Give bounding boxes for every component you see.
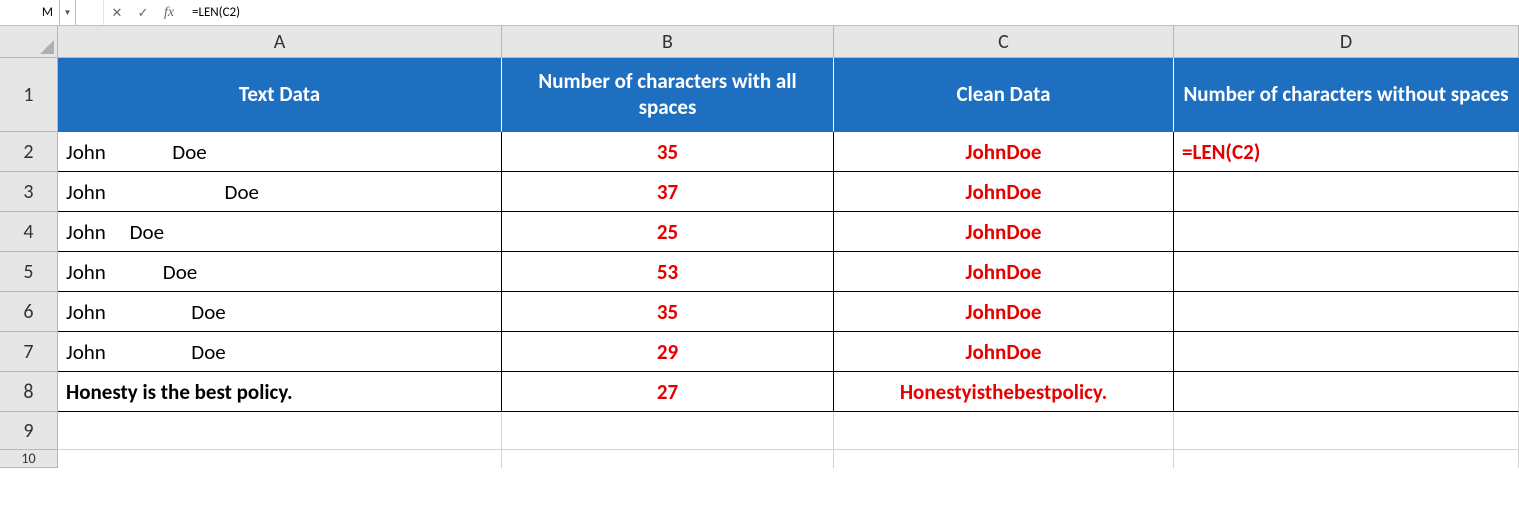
cell-a5[interactable]: John Doe (58, 252, 502, 292)
cell-a3[interactable]: John Doe (58, 172, 502, 212)
cell-c6[interactable]: JohnDoe (834, 292, 1174, 332)
cell-d5[interactable] (1174, 252, 1519, 292)
cell-b7[interactable]: 29 (502, 332, 834, 372)
row-headers: 1 2 3 4 5 6 7 8 9 10 (0, 58, 58, 468)
cell-c8[interactable]: Honestyisthebestpolicy. (834, 372, 1174, 412)
cell-d9[interactable] (1174, 412, 1519, 450)
cell-b10[interactable] (502, 450, 834, 468)
row-header-8[interactable]: 8 (0, 372, 58, 412)
name-box[interactable]: M (0, 0, 60, 25)
cell-a10[interactable] (58, 450, 502, 468)
cell-c1[interactable]: Clean Data (834, 58, 1174, 132)
col-header-a[interactable]: A (58, 26, 502, 58)
cell-c7[interactable]: JohnDoe (834, 332, 1174, 372)
cell-a8[interactable]: Honesty is the best policy. (58, 372, 502, 412)
cell-a9[interactable] (58, 412, 502, 450)
cell-b9[interactable] (502, 412, 834, 450)
col-header-c[interactable]: C (834, 26, 1174, 58)
fx-icon[interactable]: fx (156, 0, 182, 25)
cell-b4[interactable]: 25 (502, 212, 834, 252)
row-header-2[interactable]: 2 (0, 132, 58, 172)
cell-d10[interactable] (1174, 450, 1519, 468)
row-header-1[interactable]: 1 (0, 58, 58, 132)
select-all-corner[interactable] (0, 26, 58, 58)
enter-icon[interactable]: ✓ (130, 0, 156, 25)
cell-b5[interactable]: 53 (502, 252, 834, 292)
row-header-5[interactable]: 5 (0, 252, 58, 292)
cell-a1[interactable]: Text Data (58, 58, 502, 132)
row-header-7[interactable]: 7 (0, 332, 58, 372)
cell-a6[interactable]: John Doe (58, 292, 502, 332)
row-header-9[interactable]: 9 (0, 412, 58, 450)
cell-d3[interactable] (1174, 172, 1519, 212)
cell-c10[interactable] (834, 450, 1174, 468)
cell-a2[interactable]: John Doe (58, 132, 502, 172)
cell-d8[interactable] (1174, 372, 1519, 412)
cell-b2[interactable]: 35 (502, 132, 834, 172)
cell-c3[interactable]: JohnDoe (834, 172, 1174, 212)
cell-a7[interactable]: John Doe (58, 332, 502, 372)
column-headers: A B C D (58, 26, 1519, 58)
cell-d7[interactable] (1174, 332, 1519, 372)
cell-b8[interactable]: 27 (502, 372, 834, 412)
spreadsheet-grid: 1 2 3 4 5 6 7 8 9 10 A B C D Text Data N… (0, 26, 1519, 506)
cell-b6[interactable]: 35 (502, 292, 834, 332)
cell-d1[interactable]: Number of characters without spaces (1174, 58, 1519, 132)
cell-c5[interactable]: JohnDoe (834, 252, 1174, 292)
cell-c9[interactable] (834, 412, 1174, 450)
formula-bar: M ▼ ✕ ✓ fx =LEN(C2) (0, 0, 1519, 26)
col-header-d[interactable]: D (1174, 26, 1519, 58)
row-header-4[interactable]: 4 (0, 212, 58, 252)
cell-b3[interactable]: 37 (502, 172, 834, 212)
name-box-dropdown-icon[interactable]: ▼ (60, 0, 76, 25)
cell-d4[interactable] (1174, 212, 1519, 252)
row-header-3[interactable]: 3 (0, 172, 58, 212)
row-header-10[interactable]: 10 (0, 450, 58, 468)
cell-c4[interactable]: JohnDoe (834, 212, 1174, 252)
cell-c2[interactable]: JohnDoe (834, 132, 1174, 172)
row-header-6[interactable]: 6 (0, 292, 58, 332)
cell-a4[interactable]: John Doe (58, 212, 502, 252)
cell-d2[interactable]: =LEN(C2) (1174, 132, 1519, 172)
cell-b1[interactable]: Number of characters with all spaces (502, 58, 834, 132)
col-header-b[interactable]: B (502, 26, 834, 58)
cell-d6[interactable] (1174, 292, 1519, 332)
cells-area: Text Data Number of characters with all … (58, 58, 1519, 506)
formula-input[interactable]: =LEN(C2) (182, 0, 1519, 25)
cancel-icon[interactable]: ✕ (104, 0, 130, 25)
formula-bar-spacer (76, 0, 104, 25)
